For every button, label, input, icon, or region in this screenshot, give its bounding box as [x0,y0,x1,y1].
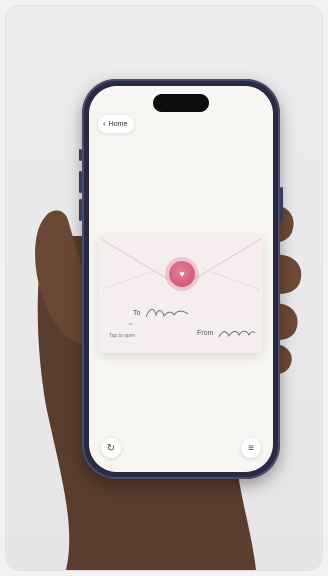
tap-to-open-label: Tap to open [109,333,136,339]
phone-device: ‹ Home ♥ To From ⌃ Tap to open ↻ ≡ [79,79,283,479]
phone-side-button [79,149,82,161]
chevron-up-icon: ⌃ [127,322,134,331]
wax-seal[interactable]: ♥ [169,261,195,287]
phone-power-button [280,187,283,221]
envelope-card[interactable]: ♥ To From ⌃ Tap to open [99,235,263,353]
dynamic-island [153,94,209,112]
home-button[interactable]: ‹ Home [98,115,135,133]
phone-volume-up [79,171,82,193]
chevron-left-icon: ‹ [103,119,106,128]
menu-icon: ≡ [248,442,254,454]
from-label: From [197,329,214,337]
phone-volume-down [79,199,82,221]
sender-signature [218,330,256,338]
home-button-label: Home [108,120,128,128]
heart-icon: ♥ [179,269,185,279]
recipient-signature [145,308,189,318]
from-sender-line: From [197,325,257,341]
to-label: To [133,309,141,317]
photo-frame: ‹ Home ♥ To From ⌃ Tap to open ↻ ≡ [6,6,322,570]
menu-button[interactable]: ≡ [241,438,261,458]
replay-button[interactable]: ↻ [101,438,121,458]
phone-screen: ‹ Home ♥ To From ⌃ Tap to open ↻ ≡ [89,86,273,472]
to-recipient-line: To [133,305,190,321]
refresh-icon: ↻ [106,442,116,454]
